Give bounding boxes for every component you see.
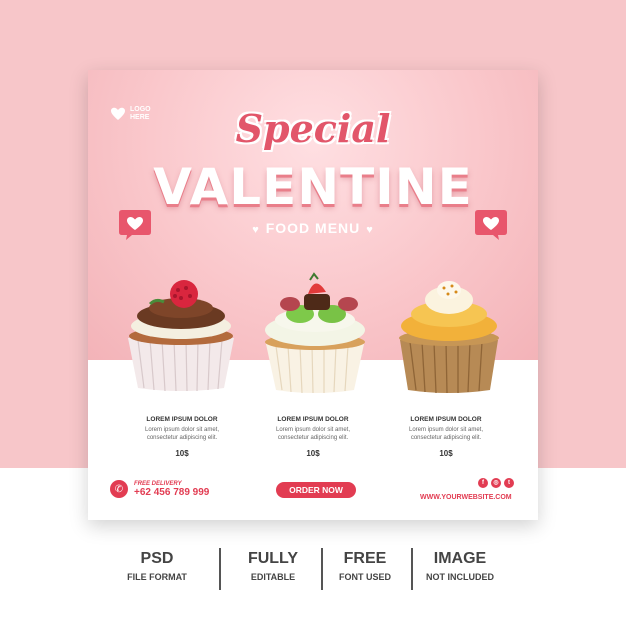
product-title: LOREM IPSUM DOLOR bbox=[146, 416, 218, 423]
product-body-line: Lorem ipsum dolor sit amet, bbox=[144, 427, 220, 433]
instagram-icon[interactable]: ◎ bbox=[491, 478, 501, 488]
product-body: Lorem ipsum dolor sit amet, consectetur … bbox=[122, 426, 242, 442]
twitter-icon[interactable]: t bbox=[504, 478, 514, 488]
cupcake-strawberry-image bbox=[265, 272, 365, 394]
product-body-line: consectetur adipiscing elit. bbox=[410, 435, 482, 441]
feature-title: IMAGE bbox=[433, 550, 487, 567]
phone-number: +62 456 789 999 bbox=[134, 486, 210, 498]
headline-title: VALENTINE bbox=[153, 158, 473, 216]
product-price: 10$ bbox=[439, 449, 453, 458]
social-icons: f ◎ t bbox=[478, 478, 514, 488]
product-description: LOREM IPSUM DOLOR Lorem ipsum dolor sit … bbox=[386, 416, 506, 458]
product-body-line: Lorem ipsum dolor sit amet, bbox=[275, 427, 351, 433]
product-body-line: Lorem ipsum dolor sit amet, bbox=[408, 427, 484, 433]
product-description: LOREM IPSUM DOLOR Lorem ipsum dolor sit … bbox=[253, 416, 373, 458]
feature-title: FREE bbox=[343, 550, 387, 567]
headline-script: Special bbox=[235, 106, 391, 151]
delivery-contact: ✆ FREE DELIVERY +62 456 789 999 bbox=[110, 480, 209, 498]
cupcake-caramel-image bbox=[399, 281, 499, 394]
feature-item: IMAGE NOT INCLUDED bbox=[410, 550, 510, 582]
facebook-icon[interactable]: f bbox=[478, 478, 488, 488]
feature-item: PSD FILE FORMAT bbox=[107, 550, 207, 582]
product-body-line: consectetur adipiscing elit. bbox=[146, 435, 218, 441]
feature-title: FULLY bbox=[247, 550, 299, 567]
heart-bubble-icon bbox=[475, 210, 507, 240]
product-description: LOREM IPSUM DOLOR Lorem ipsum dolor sit … bbox=[122, 416, 242, 458]
product-body-line: consectetur adipiscing elit. bbox=[277, 435, 349, 441]
heart-bubble-icon bbox=[119, 210, 151, 240]
small-heart-icon: ♥ bbox=[252, 224, 260, 236]
phone-icon: ✆ bbox=[110, 480, 128, 498]
product-price: 10$ bbox=[306, 449, 320, 458]
product-price: 10$ bbox=[175, 449, 189, 458]
website-url: WWW.YOURWEBSITE.COM bbox=[420, 494, 512, 501]
social-post-card: LOGO HERE Special VALENTINE ♥ FOOD MENU ♥ bbox=[88, 70, 538, 520]
product-body: Lorem ipsum dolor sit amet, consectetur … bbox=[253, 426, 373, 442]
feature-item: FREE FONT USED bbox=[315, 550, 415, 582]
feature-subtitle: NOT INCLUDED bbox=[426, 572, 494, 582]
features-strip: PSD FILE FORMAT FULLY EDITABLE FREE FONT… bbox=[0, 540, 626, 600]
feature-subtitle: FILE FORMAT bbox=[127, 572, 187, 582]
food-menu-text: FOOD MENU bbox=[265, 220, 361, 236]
delivery-text: FREE DELIVERY +62 456 789 999 bbox=[134, 481, 209, 498]
feature-subtitle: FONT USED bbox=[338, 572, 391, 582]
cupcake-chocolate-image bbox=[128, 280, 234, 392]
feature-item: FULLY EDITABLE bbox=[223, 550, 323, 582]
product-title: LOREM IPSUM DOLOR bbox=[277, 416, 349, 423]
order-now-button[interactable]: ORDER NOW bbox=[276, 482, 356, 498]
product-title: LOREM IPSUM DOLOR bbox=[410, 416, 482, 423]
small-heart-icon: ♥ bbox=[366, 224, 374, 236]
headline-subtitle: ♥ FOOD MENU ♥ bbox=[88, 220, 538, 236]
feature-subtitle: EDITABLE bbox=[250, 572, 296, 582]
divider bbox=[219, 548, 221, 590]
product-body: Lorem ipsum dolor sit amet, consectetur … bbox=[386, 426, 506, 442]
feature-title: PSD bbox=[140, 550, 174, 567]
